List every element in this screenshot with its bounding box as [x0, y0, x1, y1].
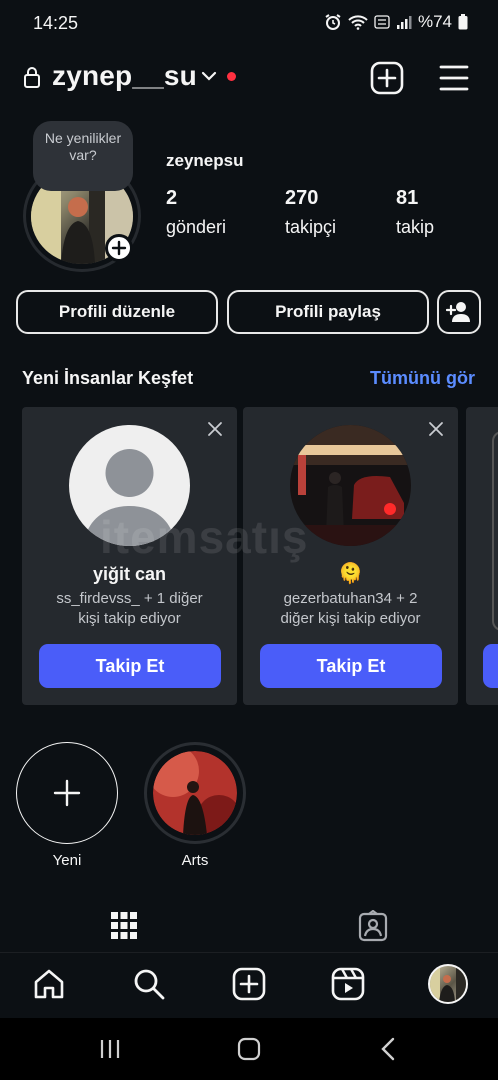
- display-name: zeynepsu: [166, 151, 244, 170]
- posts-count[interactable]: 2: [166, 187, 177, 210]
- posts-label[interactable]: gönderi: [166, 217, 226, 238]
- create-post-button[interactable]: [370, 61, 404, 95]
- note-bubble[interactable]: Ne yenilikler var?: [33, 121, 133, 191]
- suggestion-mutuals-line-1: gezerbatuhan34 + 2: [283, 590, 418, 607]
- profile-tab-photo: [430, 966, 466, 1002]
- wifi-icon: [348, 15, 368, 30]
- discover-people-button[interactable]: [437, 290, 481, 334]
- home-button-icon[interactable]: [236, 1036, 262, 1062]
- watermark: itemsatış: [100, 511, 309, 563]
- highlight-arts[interactable]: Arts: [143, 742, 247, 869]
- chevron-down-icon[interactable]: [201, 70, 217, 82]
- bottom-navigation: [0, 952, 498, 1018]
- highlight-photo: [153, 751, 237, 835]
- plus-icon: [53, 779, 81, 807]
- partial-follow-button[interactable]: [483, 644, 498, 688]
- follow-button[interactable]: Takip Et: [260, 644, 442, 688]
- add-story-button[interactable]: [105, 234, 133, 262]
- highlight-label: Yeni: [52, 852, 82, 869]
- suggestion-mutuals: ss_firdevss_ + 1 diğer kişi takip ediyor: [30, 589, 229, 629]
- share-profile-button[interactable]: Profili paylaş: [227, 290, 429, 334]
- suggestion-name[interactable]: yiğit can: [22, 564, 237, 585]
- highlight-label: Arts: [181, 852, 209, 869]
- followers-count[interactable]: 270: [285, 187, 318, 210]
- arts-highlight-circle[interactable]: [144, 742, 246, 844]
- plus-icon: [111, 240, 127, 256]
- tagged-tab-icon[interactable]: [358, 910, 388, 942]
- suggestion-card-partial[interactable]: [466, 407, 498, 705]
- system-navigation: [0, 1018, 498, 1080]
- create-icon[interactable]: [232, 967, 266, 1001]
- follow-button[interactable]: Takip Et: [39, 644, 221, 688]
- add-person-icon: [446, 302, 470, 322]
- volte-icon: [374, 15, 390, 29]
- edit-profile-button[interactable]: Profili düzenle: [16, 290, 218, 334]
- top-bar: zynep__su: [0, 56, 498, 100]
- profile-tab-avatar[interactable]: [428, 964, 468, 1004]
- suggestion-mutuals-line-2: kişi takip ediyor: [78, 610, 181, 627]
- recent-apps-icon[interactable]: [97, 1036, 123, 1062]
- see-all-link[interactable]: Tümünü gör: [370, 368, 475, 389]
- status-icons: %74: [324, 12, 468, 32]
- signal-icon: [396, 16, 412, 29]
- battery-icon: [458, 14, 468, 30]
- partial-avatar-edge: [492, 431, 498, 631]
- suggestion-mutuals-line-1: ss_firdevss_ + 1 diğer: [56, 590, 203, 607]
- back-icon[interactable]: [376, 1036, 402, 1062]
- suggestion-mutuals: gezerbatuhan34 + 2 diğer kişi takip ediy…: [251, 589, 450, 629]
- following-count[interactable]: 81: [396, 187, 418, 210]
- followers-label[interactable]: takipçi: [285, 217, 336, 238]
- status-bar: 14:25 %74: [0, 0, 498, 48]
- notification-dot: [227, 72, 236, 81]
- new-highlight-circle[interactable]: [16, 742, 118, 844]
- suggestion-mutuals-line-2: diğer kişi takip ediyor: [280, 610, 421, 627]
- search-icon[interactable]: [132, 967, 166, 1001]
- reels-icon[interactable]: [331, 967, 365, 1001]
- battery-percent: %74: [417, 12, 452, 31]
- home-icon[interactable]: [32, 967, 66, 1001]
- close-icon[interactable]: [207, 421, 223, 437]
- close-icon[interactable]: [428, 421, 444, 437]
- grid-tab-icon[interactable]: [110, 910, 138, 942]
- highlight-new[interactable]: Yeni: [15, 742, 119, 869]
- account-switcher[interactable]: zynep__su: [52, 60, 197, 92]
- discover-title: Yeni İnsanlar Keşfet: [22, 368, 194, 388]
- status-time: 14:25: [33, 13, 79, 33]
- lock-icon: [24, 67, 40, 88]
- alarm-icon: [325, 14, 341, 30]
- suggestion-name-emoji[interactable]: 🫠: [243, 561, 458, 586]
- following-label[interactable]: takip: [396, 217, 434, 238]
- menu-button[interactable]: [438, 63, 470, 93]
